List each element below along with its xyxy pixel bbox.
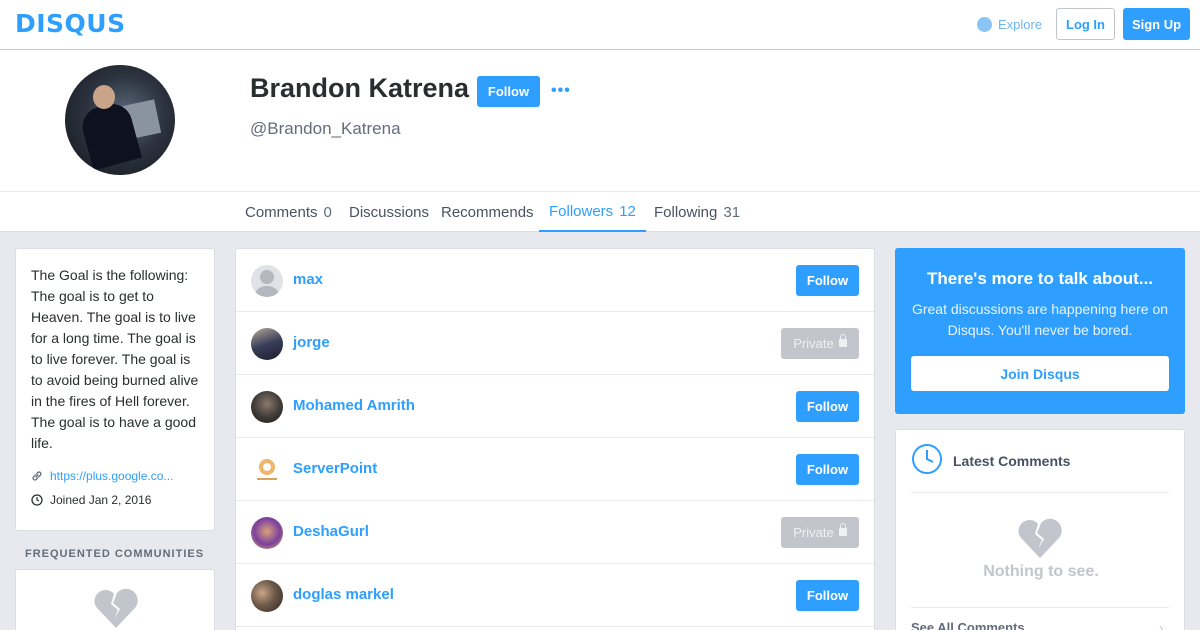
follow-button[interactable]: Follow bbox=[477, 76, 540, 107]
private-button: Private bbox=[781, 517, 859, 548]
private-label: Private bbox=[793, 525, 834, 540]
followers-list: max Follow jorge Private Mohamed Amrith … bbox=[235, 248, 875, 630]
explore-link[interactable]: Explore bbox=[977, 15, 1042, 33]
tab-label: Discussions bbox=[349, 203, 430, 221]
lock-icon bbox=[838, 522, 847, 536]
broken-heart-icon bbox=[94, 588, 138, 628]
profile-handle: @Brandon_Katrena bbox=[250, 119, 401, 138]
avatar[interactable] bbox=[251, 328, 283, 360]
follower-name[interactable]: max bbox=[293, 271, 323, 288]
divider bbox=[911, 492, 1169, 493]
follow-button[interactable]: Follow bbox=[796, 391, 859, 422]
divider bbox=[911, 607, 1169, 608]
tab-count: 12 bbox=[619, 202, 636, 220]
promo-title: There's more to talk about... bbox=[926, 269, 1154, 288]
top-nav: DISQUS Explore Log In Sign Up bbox=[0, 0, 1200, 50]
tab-followers[interactable]: Followers 12 bbox=[539, 192, 646, 232]
disqus-logo[interactable]: DISQUS bbox=[15, 9, 126, 38]
list-item: doglas markel Follow bbox=[236, 564, 874, 627]
clock-icon bbox=[31, 494, 43, 506]
private-label: Private bbox=[793, 336, 834, 351]
avatar[interactable] bbox=[251, 517, 283, 549]
bio-card: The Goal is the following: The goal is t… bbox=[15, 248, 215, 531]
avatar[interactable] bbox=[251, 265, 283, 297]
tab-label: Following bbox=[654, 203, 718, 221]
promo-body: Great discussions are happening here on … bbox=[911, 301, 1169, 338]
follower-name[interactable]: ServerPoint bbox=[293, 460, 377, 477]
link-icon bbox=[32, 471, 42, 481]
explore-label: Explore bbox=[998, 16, 1043, 32]
list-item: max Follow bbox=[236, 249, 874, 312]
explore-icon bbox=[977, 16, 992, 32]
broken-heart-icon bbox=[1018, 518, 1062, 558]
tab-discussions[interactable]: Discussions bbox=[349, 192, 429, 232]
tab-following[interactable]: Following 31 bbox=[654, 192, 740, 232]
frequented-title: FREQUENTED COMMUNITIES bbox=[25, 548, 205, 560]
profile-name: Brandon Katrena bbox=[250, 73, 470, 103]
follower-name[interactable]: doglas markel bbox=[293, 586, 394, 603]
follower-name[interactable]: Mohamed Amrith bbox=[293, 397, 415, 414]
chevron-right-icon: › bbox=[1159, 620, 1164, 630]
see-all-comments-link[interactable]: See All Comments bbox=[911, 620, 1025, 630]
follower-name[interactable]: jorge bbox=[293, 334, 330, 351]
avatar[interactable] bbox=[251, 580, 283, 612]
bio-link-text: https://plus.google.co... bbox=[50, 469, 174, 483]
avatar[interactable] bbox=[251, 454, 283, 486]
tab-label: Followers bbox=[549, 202, 614, 220]
joined-text: Joined Jan 2, 2016 bbox=[50, 493, 152, 507]
tab-label: Comments bbox=[245, 203, 318, 221]
tab-label: Recommends bbox=[441, 203, 534, 221]
latest-comments-title: Latest Comments bbox=[953, 453, 1071, 469]
empty-state-text: Nothing to see. bbox=[983, 563, 1099, 580]
frequented-card bbox=[15, 569, 215, 630]
avatar[interactable] bbox=[251, 391, 283, 423]
more-icon[interactable]: ••• bbox=[551, 83, 571, 99]
follower-name[interactable]: DeshaGurl bbox=[293, 523, 369, 540]
tab-count: 31 bbox=[723, 203, 741, 221]
list-item: Mohamed Amrith Follow bbox=[236, 375, 874, 438]
profile-tabs: Comments 0 Discussions Recommends Follow… bbox=[0, 191, 1200, 232]
follow-button[interactable]: Follow bbox=[796, 265, 859, 296]
tab-comments[interactable]: Comments 0 bbox=[245, 192, 332, 232]
follow-button[interactable]: Follow bbox=[796, 580, 859, 611]
promo-card: There's more to talk about... Great disc… bbox=[895, 248, 1185, 414]
join-disqus-button[interactable]: Join Disqus bbox=[911, 356, 1169, 391]
list-item: ServerPoint Follow bbox=[236, 438, 874, 501]
private-button: Private bbox=[781, 328, 859, 359]
follow-button[interactable]: Follow bbox=[796, 454, 859, 485]
profile-header: Brandon Katrena Follow ••• @Brandon_Katr… bbox=[0, 50, 1200, 191]
bio-text: The Goal is the following: The goal is t… bbox=[31, 267, 199, 451]
latest-comments-card: Latest Comments Nothing to see. See All … bbox=[895, 429, 1185, 630]
list-item: DeshaGurl Private bbox=[236, 501, 874, 564]
bio-joined: Joined Jan 2, 2016 bbox=[31, 493, 199, 507]
signup-button[interactable]: Sign Up bbox=[1123, 8, 1190, 40]
profile-avatar bbox=[65, 65, 175, 175]
bio-link[interactable]: https://plus.google.co... bbox=[31, 469, 199, 483]
tab-count: 0 bbox=[323, 203, 332, 221]
lock-icon bbox=[838, 333, 847, 347]
clock-icon bbox=[912, 444, 942, 474]
tab-recommends[interactable]: Recommends bbox=[441, 192, 534, 232]
list-item: jorge Private bbox=[236, 312, 874, 375]
login-button[interactable]: Log In bbox=[1056, 8, 1115, 40]
